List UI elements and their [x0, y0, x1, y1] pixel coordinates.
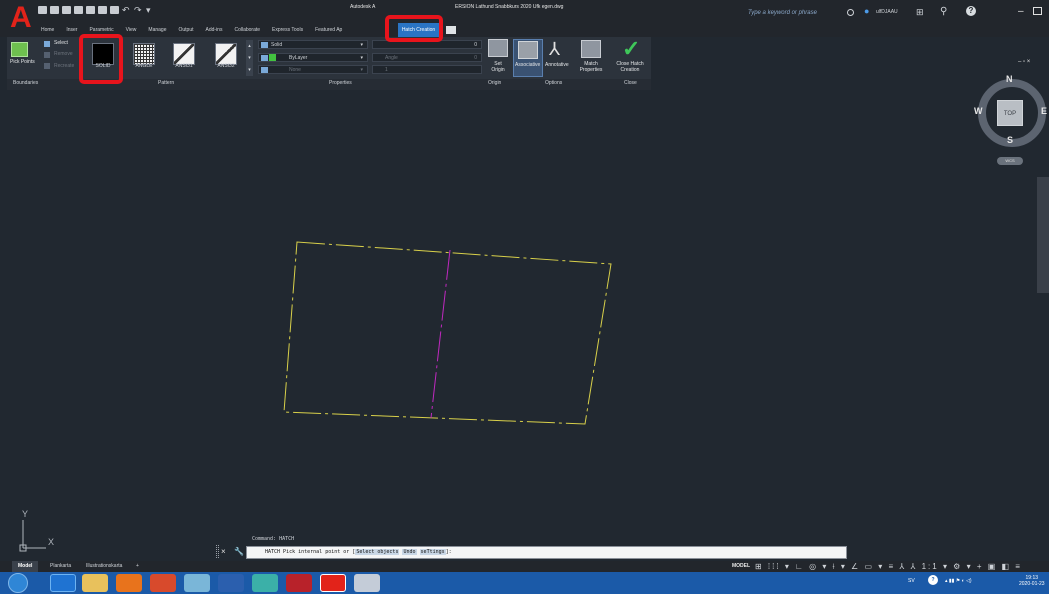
clock-date: 2020-01-23 [1019, 581, 1045, 587]
option-settings[interactable]: seTtings [419, 549, 446, 555]
status-bar-toggles[interactable]: ⊞ ⁞⁞⁞ ▾ ∟ ◎ ▾ ⟊ ▾ ∠ ▭ ▾ ≡ ⅄ ⅄ 1:1 ▾ ⚙ ▾ … [755, 562, 1022, 572]
model-space-toggle[interactable]: MODEL [732, 563, 750, 569]
snipping-tool-icon[interactable] [354, 574, 380, 592]
option-undo[interactable]: Undo [402, 549, 417, 555]
option-select-objects[interactable]: Select objects [355, 549, 400, 555]
help-tray-icon[interactable]: ? [928, 575, 938, 585]
drawing-canvas[interactable] [0, 0, 1049, 594]
center-divider-line[interactable] [430, 249, 451, 419]
system-clock[interactable]: 19:13 2020-01-23 [1019, 575, 1045, 587]
input-language[interactable]: SV [908, 578, 915, 584]
autocad-taskbar-icon[interactable] [320, 574, 346, 592]
project-app-icon[interactable] [252, 574, 278, 592]
tray-icons[interactable]: ▴ ▮▮ ⚑ ◐ ◁) [945, 578, 972, 584]
chrome-icon[interactable] [150, 574, 176, 592]
layout-tab-model[interactable]: Model [12, 561, 39, 572]
start-button-icon[interactable] [8, 573, 28, 593]
firefox-icon[interactable] [116, 574, 142, 592]
layout-tab-plankarta[interactable]: Plankarta [44, 561, 77, 572]
media-app-icon[interactable] [184, 574, 210, 592]
command-line-input[interactable]: HATCH Pick internal point or [Select obj… [246, 546, 847, 559]
file-explorer-icon[interactable] [82, 574, 108, 592]
word-icon[interactable] [218, 574, 244, 592]
command-history: Command: HATCH [252, 536, 295, 542]
ucs-y-label: Y [22, 509, 29, 519]
add-layout-icon[interactable]: + [130, 561, 145, 572]
autocad-window: A ↶ ↷ ▾ Autodesk A ERSION Lathund Snabbk… [0, 0, 1049, 594]
wrench-icon[interactable]: 🔧 [234, 547, 244, 556]
layout-tab-illustrationskarta[interactable]: Illustrationskarta [80, 561, 128, 572]
internet-explorer-icon[interactable] [50, 574, 76, 592]
acrobat-icon[interactable] [286, 574, 312, 592]
command-prompt-prefix: HATCH Pick internal point or [ [265, 549, 356, 555]
command-prompt-suffix: ]: [445, 549, 452, 555]
close-icon[interactable]: × [221, 547, 226, 556]
command-line-grip[interactable] [216, 545, 219, 558]
annotation-scale[interactable]: 1:1 [922, 562, 939, 571]
ucs-x-label: X [48, 537, 55, 547]
